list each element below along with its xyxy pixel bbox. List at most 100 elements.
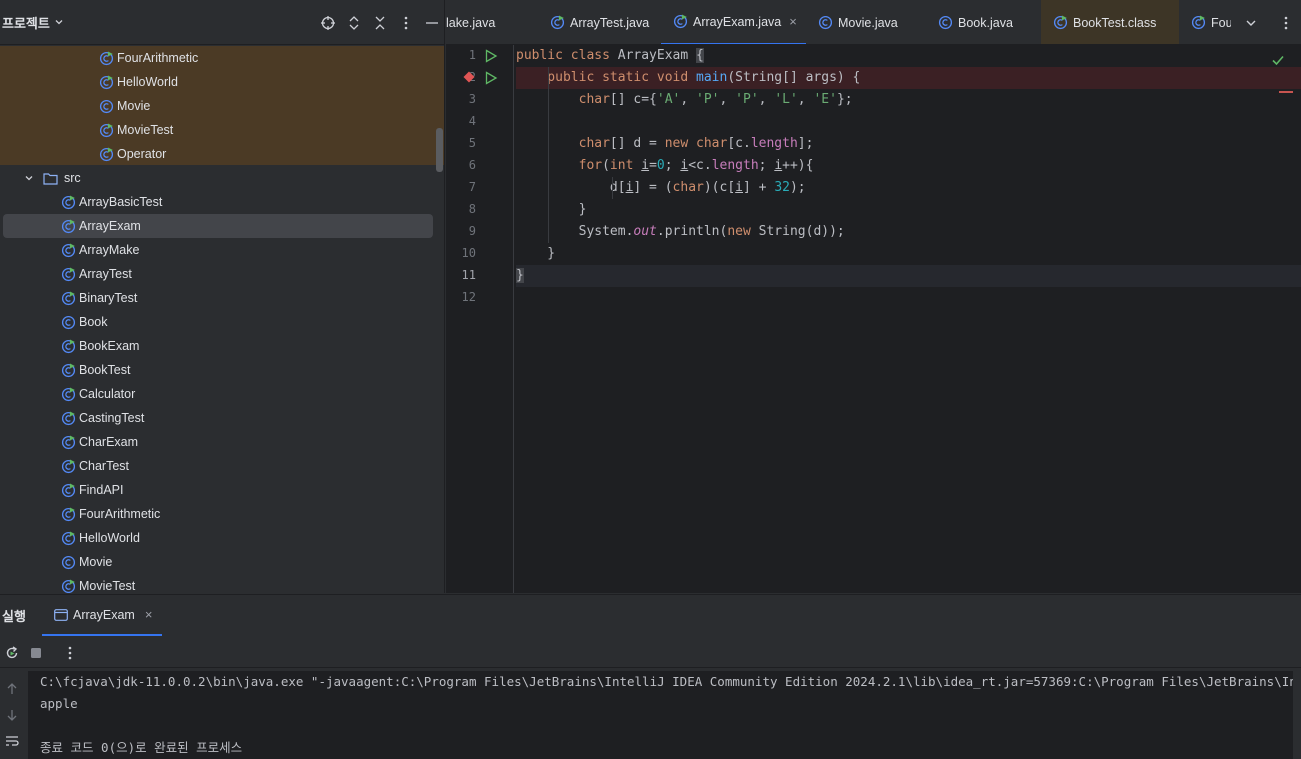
- scroll-down-icon[interactable]: [4, 707, 20, 723]
- editor-tab[interactable]: Movie.java: [806, 0, 916, 44]
- code-line-8: }: [516, 199, 1301, 221]
- more-vertical-icon[interactable]: [1284, 16, 1288, 30]
- stop-button[interactable]: [24, 641, 48, 665]
- tree-item[interactable]: Operator: [99, 142, 166, 166]
- scroll-up-icon[interactable]: [4, 681, 20, 697]
- tree-item[interactable]: Movie: [61, 550, 112, 574]
- console-output[interactable]: C:\fcjava\jdk-11.0.0.2\bin\java.exe "-ja…: [28, 671, 1293, 759]
- tree-item[interactable]: HelloWorld: [61, 526, 140, 550]
- tree-item[interactable]: Book: [61, 310, 108, 334]
- tree-item-label: ArrayMake: [79, 243, 140, 257]
- line-number: 1: [468, 48, 476, 62]
- class-icon: [818, 15, 833, 30]
- tree-item-selected[interactable]: ArrayExam: [61, 214, 141, 238]
- tab-overflow-controls: [1231, 0, 1301, 44]
- collapse-all-button[interactable]: [367, 10, 393, 36]
- tree-item[interactable]: BinaryTest: [61, 286, 137, 310]
- console-line: apple: [40, 696, 78, 711]
- tree-item-label: MovieTest: [79, 579, 136, 593]
- project-panel-title[interactable]: 프로젝트: [2, 13, 50, 32]
- code-line-1: public class ArrayExam {: [516, 45, 1301, 67]
- editor-tab[interactable]: ArrayTest.java: [538, 0, 653, 44]
- tree-item[interactable]: ArrayTest: [61, 262, 132, 286]
- code-token: 32: [774, 180, 790, 195]
- code-area[interactable]: public class ArrayExam { public static v…: [516, 45, 1301, 593]
- tree-item[interactable]: BookTest: [61, 358, 130, 382]
- run-gutter-icon[interactable]: [484, 49, 498, 63]
- code-token: new: [727, 224, 759, 239]
- tree-item[interactable]: CharExam: [61, 430, 138, 454]
- tree-item-label: FourArithmetic: [79, 507, 161, 521]
- class-icon: [938, 15, 953, 30]
- tree-item-label: Book: [79, 315, 108, 329]
- runnable-class-icon: [61, 362, 76, 377]
- code-token: public class: [516, 48, 618, 63]
- code-editor[interactable]: 123456789101112 public class ArrayExam {…: [446, 45, 1301, 593]
- tree-item-label: BinaryTest: [79, 291, 138, 305]
- tree-item[interactable]: ArrayBasicTest: [61, 190, 162, 214]
- editor-tab[interactable]: lake.java: [446, 0, 516, 44]
- runnable-class-icon: [99, 50, 114, 65]
- tree-item[interactable]: ArrayMake: [61, 238, 139, 262]
- tree-item[interactable]: Movie: [99, 94, 150, 118]
- code-token: d[: [516, 180, 626, 195]
- close-icon[interactable]: ×: [145, 607, 153, 622]
- runnable-class-icon: [61, 482, 76, 497]
- tree-item-label: CastingTest: [79, 411, 145, 425]
- tree-item[interactable]: MovieTest: [99, 118, 173, 142]
- expand-all-button[interactable]: [341, 10, 367, 36]
- tree-item[interactable]: FourArithmetic: [61, 502, 160, 526]
- rerun-icon: [6, 645, 18, 658]
- tree-item[interactable]: FindAPI: [61, 478, 123, 502]
- tree-item[interactable]: HelloWorld: [99, 70, 178, 94]
- runnable-class-icon: [550, 15, 565, 30]
- code-line-11: }: [516, 265, 1301, 287]
- editor-tab[interactable]: Book.java: [926, 0, 1031, 44]
- code-token: out: [633, 224, 657, 239]
- close-icon[interactable]: ×: [789, 14, 797, 29]
- editor-tab[interactable]: Fou: [1179, 0, 1239, 44]
- chevron-down-icon[interactable]: [1245, 17, 1257, 29]
- editor-tab[interactable]: ArrayExam.java ×: [661, 0, 806, 44]
- line-number: 11: [461, 268, 476, 282]
- editor-tab-label: Movie.java: [838, 15, 898, 30]
- indent-guide: [612, 177, 613, 199]
- tree-item-label: CharTest: [79, 459, 130, 473]
- tree-item[interactable]: Calculator: [61, 382, 135, 406]
- runnable-class-icon: [61, 242, 76, 257]
- options-button[interactable]: [393, 10, 419, 36]
- soft-wrap-icon[interactable]: [4, 733, 20, 749]
- tree-item[interactable]: FourArithmetic: [99, 46, 198, 70]
- run-more-button[interactable]: [58, 641, 82, 665]
- tree-folder-src[interactable]: src: [24, 166, 81, 190]
- breakpoint-marker-stripe[interactable]: [1279, 91, 1293, 93]
- run-config-tab[interactable]: ArrayExam ×: [42, 595, 162, 636]
- code-token: i: [735, 180, 743, 195]
- editor-tab-label: Fou: [1211, 15, 1233, 30]
- code-token: public static void: [516, 70, 697, 85]
- hide-panel-button[interactable]: [419, 10, 444, 36]
- indent-guide: [548, 67, 549, 243]
- breakpoint-icon[interactable]: [463, 71, 475, 83]
- run-toolbar: [0, 638, 1301, 668]
- code-token: [c.: [727, 136, 751, 151]
- locate-file-button[interactable]: [315, 10, 341, 36]
- code-token: 0: [656, 158, 665, 173]
- editor-tab[interactable]: BookTest.class: [1041, 0, 1179, 44]
- tree-item[interactable]: BookExam: [61, 334, 139, 358]
- rerun-button[interactable]: [0, 641, 24, 665]
- class-icon: [99, 99, 114, 113]
- runnable-class-icon: [99, 122, 114, 137]
- project-panel-header: 프로젝트: [0, 0, 444, 45]
- tree-scrollbar[interactable]: [436, 128, 443, 172]
- run-gutter-icon[interactable]: [484, 71, 498, 85]
- tree-item[interactable]: CharTest: [61, 454, 129, 478]
- line-number: 6: [468, 158, 476, 172]
- no-problems-check-icon[interactable]: [1271, 53, 1285, 67]
- run-panel-title: 실행: [2, 609, 26, 625]
- runnable-class-icon: [61, 290, 76, 305]
- chevron-down-icon[interactable]: [54, 17, 64, 27]
- tree-item[interactable]: MovieTest: [61, 574, 135, 593]
- tree-item[interactable]: CastingTest: [61, 406, 144, 430]
- chevron-down-icon[interactable]: [24, 173, 34, 183]
